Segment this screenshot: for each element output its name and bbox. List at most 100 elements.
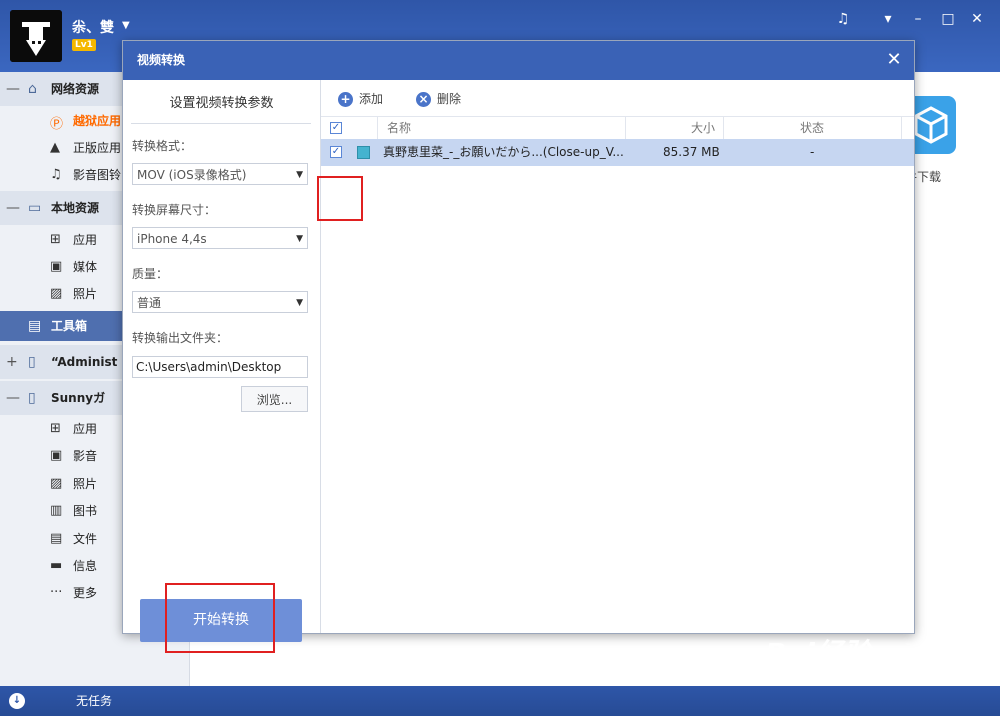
music-icon[interactable]: ♫ — [832, 9, 854, 29]
quality-select[interactable]: 普通 ▼ — [132, 291, 308, 313]
column-header-name[interactable]: 名称 — [387, 117, 411, 139]
sidebar-item-label: 照片 — [73, 477, 98, 491]
minimize-icon[interactable]: – — [907, 9, 929, 29]
maximize-icon[interactable]: □ — [937, 9, 959, 29]
grid-icon: ⊞ — [50, 421, 61, 436]
section-label: 网络资源 — [51, 82, 100, 96]
file-icon: ▤ — [50, 531, 63, 546]
column-divider — [377, 117, 378, 139]
format-value: MOV (iOS录像格式) — [137, 168, 247, 182]
row-checkbox[interactable]: ✓ — [330, 146, 342, 158]
column-header-size[interactable]: 大小 — [691, 117, 715, 139]
sidebar-item-label: 应用 — [73, 422, 98, 436]
phone-icon: ▯ — [28, 354, 36, 370]
more-icon: ··· — [50, 585, 63, 600]
highlight-box — [317, 176, 363, 221]
divider — [131, 123, 311, 124]
quality-value: 普通 — [137, 296, 162, 310]
screen-size-value: iPhone 4,4s — [137, 232, 207, 246]
add-button[interactable]: + 添加 — [338, 90, 383, 108]
baidu-watermark: Bai经验 — [765, 637, 871, 670]
quality-label: 质量： — [132, 267, 169, 281]
settings-panel: 设置视频转换参数 转换格式： MOV (iOS录像格式) ▼ 转换屏幕尺寸： i… — [123, 80, 321, 653]
browse-button[interactable]: 浏览... — [241, 386, 308, 412]
photo-icon: ▨ — [50, 476, 63, 491]
output-folder-label: 转换输出文件夹： — [132, 331, 229, 345]
sidebar-item-label: 信息 — [73, 559, 98, 573]
expand-icon[interactable]: + — [6, 345, 18, 379]
photo-icon: ▨ — [50, 286, 63, 301]
close-icon[interactable]: ✕ — [883, 49, 905, 71]
table-header: ✓ 名称 大小 状态 — [321, 116, 914, 140]
book-icon: ▥ — [50, 503, 63, 518]
file-status: - — [810, 145, 815, 159]
delete-button[interactable]: × 删除 — [416, 90, 461, 108]
menu-icon[interactable]: ▾ — [877, 9, 899, 29]
avatar-image — [10, 10, 62, 62]
x-icon: × — [416, 92, 431, 107]
message-icon: ▬ — [50, 558, 63, 573]
file-list-panel: + 添加 × 删除 ✓ 名称 大小 状态 ✓ 真野恵里菜_-_お願いだから...(C… — [317, 80, 914, 633]
sidebar-item-label: 正版应用 — [73, 141, 122, 155]
app-store-icon: ▲ — [50, 140, 60, 155]
phone-icon: ▯ — [28, 390, 36, 406]
column-divider — [901, 117, 902, 139]
column-divider — [625, 117, 626, 139]
highlight-box — [165, 583, 275, 653]
output-folder-field[interactable]: C:\Users\admin\Desktop — [132, 356, 308, 378]
collapse-icon[interactable]: — — [6, 72, 20, 106]
chevron-down-icon: ▼ — [296, 298, 303, 308]
download-icon[interactable]: ↓ — [9, 693, 25, 709]
chevron-down-icon: ▼ — [296, 234, 303, 244]
grid-icon: ⊞ — [50, 232, 61, 247]
format-select[interactable]: MOV (iOS录像格式) ▼ — [132, 163, 308, 185]
column-divider — [723, 117, 724, 139]
toolbox-icon: ▤ — [28, 318, 42, 334]
video-convert-dialog: 视频转换 ✕ 设置视频转换参数 转换格式： MOV (iOS录像格式) ▼ 转换… — [122, 40, 915, 653]
sidebar-item-label: 影音 — [73, 449, 98, 463]
music-note-icon: ♫ — [50, 167, 62, 182]
sidebar-item-label: 越狱应用 — [73, 114, 122, 128]
close-icon[interactable]: ✕ — [966, 9, 988, 29]
column-header-status[interactable]: 状态 — [800, 117, 824, 139]
video-icon: ▣ — [50, 448, 63, 463]
add-label: 添加 — [359, 92, 384, 106]
dialog-title: 视频转换 — [137, 53, 186, 67]
video-icon: ▣ — [50, 259, 63, 274]
screen-size-select[interactable]: iPhone 4,4s ▼ — [132, 227, 308, 249]
file-name: 真野恵里菜_-_お願いだから...(Close-up_V... — [383, 145, 624, 159]
dialog-title-bar[interactable]: 视频转换 ✕ — [123, 41, 914, 80]
sidebar-item-label: 照片 — [73, 287, 98, 301]
status-bar: ↓ 无任务 — [0, 686, 1000, 716]
plus-icon: + — [338, 92, 353, 107]
file-size: 85.37 MB — [663, 145, 720, 159]
chevron-down-icon: ▼ — [296, 170, 303, 180]
p-logo-icon: Ⓟ — [50, 117, 64, 132]
section-label: “Administ — [51, 355, 118, 369]
username[interactable]: 尜、雙 — [72, 17, 114, 37]
level-badge: Lv1 — [72, 39, 96, 51]
select-all-checkbox[interactable]: ✓ — [330, 122, 342, 134]
home-icon: ⌂ — [28, 81, 37, 97]
section-label: Sunnyガ — [51, 391, 106, 405]
section-label: 本地资源 — [51, 201, 100, 215]
screen-size-label: 转换屏幕尺寸： — [132, 203, 217, 217]
video-file-icon — [357, 146, 370, 159]
sidebar-item-label: 工具箱 — [51, 319, 88, 333]
panel-heading: 设置视频转换参数 — [169, 96, 274, 111]
sidebar-item-label: 媒体 — [73, 260, 98, 274]
sidebar-item-label: 更多 — [73, 586, 98, 600]
watermark-url: jingyan.baidu.com — [770, 668, 900, 684]
sidebar-item-label: 文件 — [73, 532, 98, 546]
chevron-down-icon[interactable]: ▼ — [122, 20, 130, 31]
delete-label: 删除 — [437, 92, 462, 106]
avatar[interactable] — [10, 10, 62, 62]
format-label: 转换格式： — [132, 139, 193, 153]
monitor-icon: ▭ — [28, 200, 42, 216]
table-row[interactable]: ✓ 真野恵里菜_-_お願いだから...(Close-up_V... 85.37 … — [321, 139, 914, 166]
collapse-icon[interactable]: — — [6, 191, 20, 225]
sidebar-item-label: 应用 — [73, 233, 98, 247]
sidebar-item-label: 图书 — [73, 504, 98, 518]
collapse-icon[interactable]: — — [6, 381, 20, 415]
sidebar-item-label: 影音图铃 — [73, 168, 122, 182]
